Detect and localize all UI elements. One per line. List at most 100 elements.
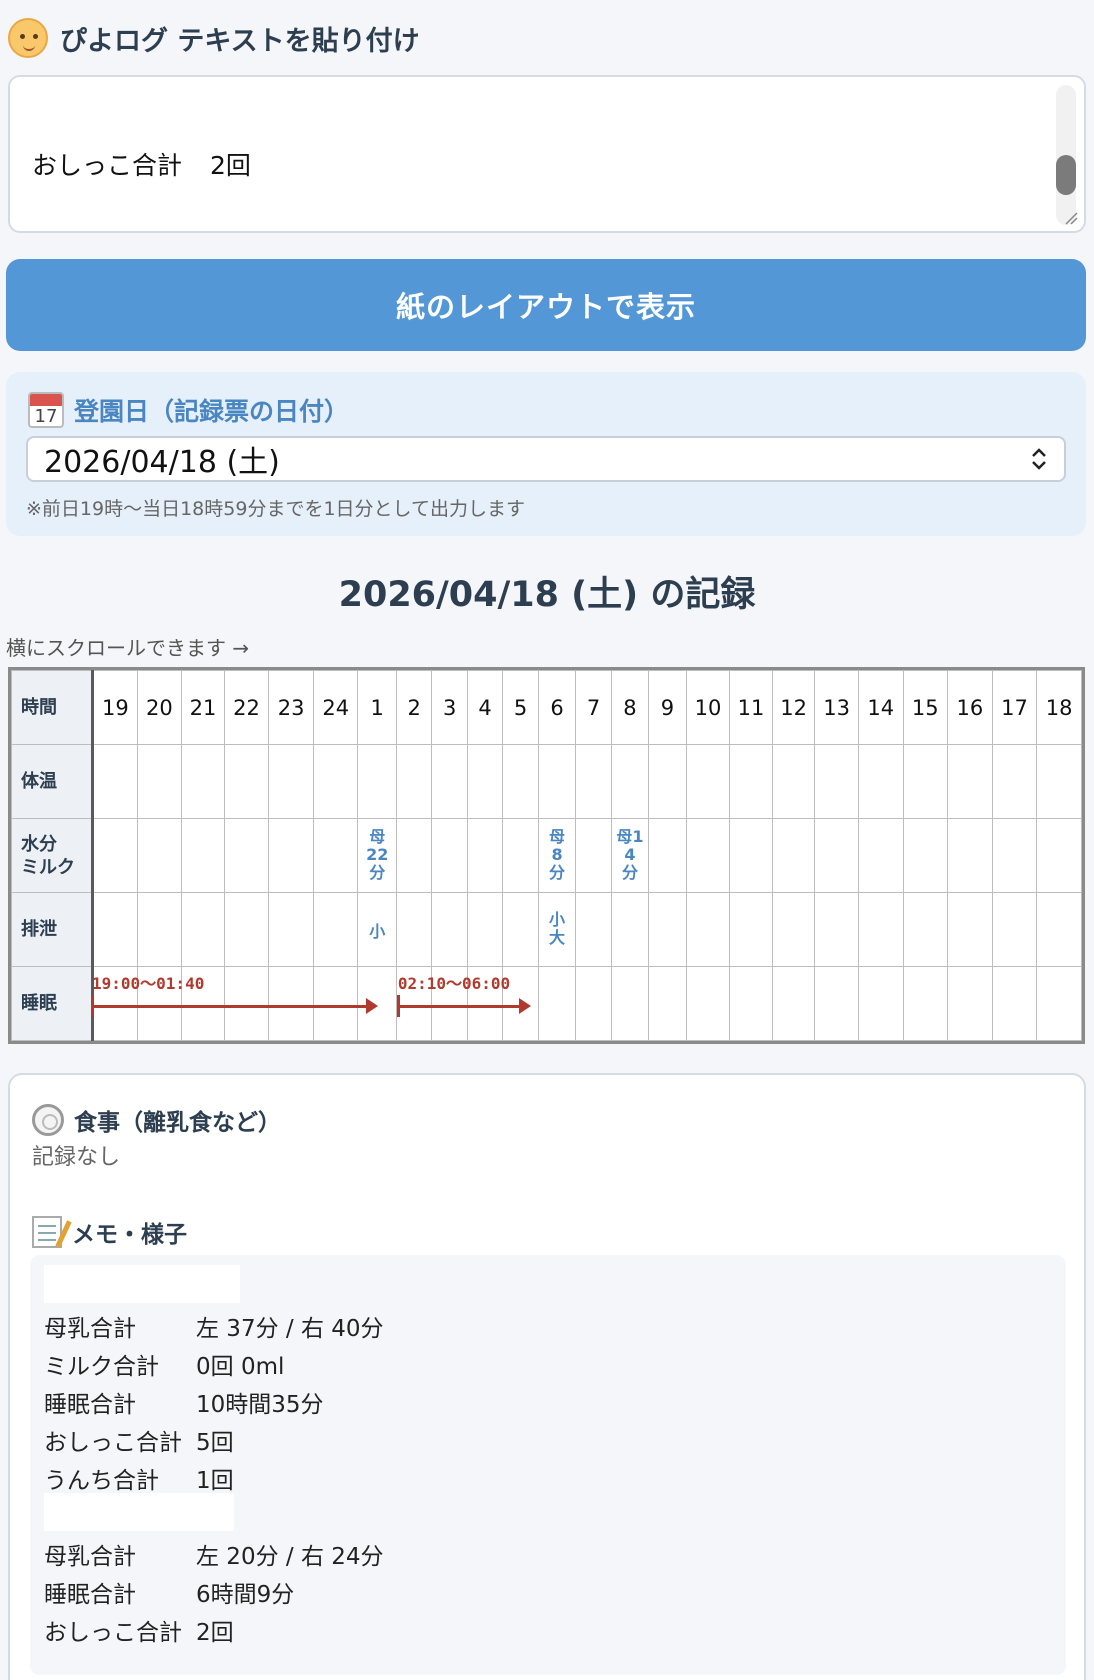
- timeline-cell: [729, 744, 773, 819]
- date-select[interactable]: 2026/04/18 (土): [26, 436, 1066, 482]
- memo-row: うんち合計 1回: [44, 1468, 234, 1494]
- paste-textarea[interactable]: おしっこ合計2回 うんち合計1回 ----------: [8, 75, 1086, 233]
- memo-row: 睡眠合計 10時間35分: [44, 1392, 324, 1418]
- timeline-cell: [991, 892, 1038, 967]
- page: ぴよログ テキストを貼り付け おしっこ合計2回 うんち合計1回 --------…: [0, 0, 1094, 1680]
- timeline-cell: [610, 892, 650, 967]
- timeline-cell: [537, 744, 577, 819]
- timeline-cell: [814, 818, 859, 893]
- timeline-cell: [502, 818, 539, 893]
- details-card: 食事（離乳食など） 記録なし メモ・様子 母乳合計左 37分 / 右 40分 ミ…: [8, 1073, 1086, 1680]
- memo-row: 睡眠合計 6時間9分: [44, 1582, 295, 1608]
- timeline-cell: [395, 892, 433, 967]
- timeline-cell: [685, 744, 731, 819]
- timeline-cell: [902, 892, 949, 967]
- feeding-entry: 母1 4 分: [616, 827, 644, 882]
- timeline-cell: [431, 818, 468, 893]
- sleep-label: 02:10〜06:00: [397, 974, 511, 993]
- timeline-cell: [92, 818, 138, 893]
- timeline-cell: [729, 892, 773, 967]
- feeding-entry: 母 8 分: [549, 827, 566, 882]
- timeline-cell: [685, 892, 731, 967]
- timeline-cell: [857, 966, 904, 1041]
- resize-handle-icon[interactable]: [1064, 211, 1078, 225]
- memo-row: おしっこ合計 2回: [44, 1620, 234, 1646]
- hour-cell: 17: [991, 670, 1038, 745]
- row-header: 排泄: [10, 892, 95, 967]
- timeline-cell: [575, 892, 612, 967]
- hour-cell: 7: [575, 670, 612, 745]
- timeline-cell: [136, 818, 183, 893]
- timeline-cell: [223, 892, 270, 967]
- sleep-bar: [91, 1005, 369, 1008]
- hour-cell: 8: [610, 670, 650, 745]
- timeline-cell: [502, 892, 539, 967]
- redacted-block: [44, 1265, 240, 1303]
- sleep-start-tick: [396, 995, 400, 1017]
- timeline-cell: [729, 966, 773, 1041]
- sleep-end-arrow: [366, 998, 379, 1014]
- show-paper-layout-button[interactable]: 紙のレイアウトで表示: [6, 259, 1086, 351]
- timeline-cell: [181, 892, 225, 967]
- hour-cell: 12: [771, 670, 816, 745]
- hour-cell: 11: [729, 670, 773, 745]
- hour-cell: 2: [395, 670, 433, 745]
- redacted-block: [44, 1493, 234, 1531]
- excretion-entry: 小 大: [549, 910, 566, 947]
- timeline-cell: [771, 892, 816, 967]
- timeline-cell: [685, 966, 731, 1041]
- timeline-cell: 母 22 分: [357, 818, 397, 893]
- timeline-cell: [223, 818, 270, 893]
- hour-cell: 14: [857, 670, 904, 745]
- hour-cell: 1: [357, 670, 397, 745]
- timeline-cell: [610, 744, 650, 819]
- header: ぴよログ テキストを貼り付け: [8, 14, 420, 62]
- timeline-cell: [648, 892, 687, 967]
- timeline-cell: [312, 892, 359, 967]
- timeline-cell: [502, 744, 539, 819]
- timeline-cell: [431, 892, 468, 967]
- timeline-cell: [648, 966, 687, 1041]
- timeline-cell: [466, 892, 504, 967]
- row-header: 体温: [10, 744, 95, 819]
- hour-cell: 24: [312, 670, 359, 745]
- textarea-line: おしっこ合計 2回: [32, 151, 251, 180]
- timeline-cell: [312, 818, 359, 893]
- excretion-row: 排泄 小 小 大: [10, 892, 1082, 967]
- timeline-cell: 母1 4 分: [610, 818, 650, 893]
- baby-face-icon: [8, 18, 48, 58]
- timeline-cell: [610, 966, 650, 1041]
- date-panel: 17 登園日（記録票の日付） 2026/04/18 (土) ※前日19時〜当日1…: [6, 372, 1086, 536]
- date-hint: ※前日19時〜当日18時59分までを1日分として出力します: [26, 498, 525, 520]
- row-header: 水分 ミルク: [10, 818, 95, 893]
- timeline-cell: [814, 892, 859, 967]
- timeline-cell: [729, 818, 773, 893]
- hour-cell: 21: [181, 670, 225, 745]
- memo-box: 母乳合計左 37分 / 右 40分 ミルク合計 0回 0ml 睡眠合計 10時間35…: [30, 1255, 1066, 1675]
- timeline-cell: [268, 892, 314, 967]
- record-title: 2026/04/18 (土) の記録: [338, 575, 756, 615]
- timeline-cell: [466, 818, 504, 893]
- timeline-cell: [1036, 966, 1082, 1041]
- sleep-bar: [396, 1005, 521, 1008]
- timeline-cell: [1036, 744, 1082, 819]
- timeline-cell: [771, 966, 816, 1041]
- timeline-cell: [575, 966, 612, 1041]
- hour-cell: 4: [466, 670, 504, 745]
- hour-cell: 6: [537, 670, 577, 745]
- timeline-cell: [947, 818, 993, 893]
- hour-cell: 9: [648, 670, 687, 745]
- hour-cell: 19: [92, 670, 138, 745]
- hour-cell: 22: [223, 670, 270, 745]
- memo-heading: メモ・様子: [32, 1215, 187, 1249]
- hour-cell: 13: [814, 670, 859, 745]
- sleep-end-arrow: [519, 998, 531, 1014]
- memo-row: 母乳合計左 20分 / 右 24分: [44, 1544, 384, 1570]
- date-label: 17 登園日（記録票の日付）: [28, 392, 349, 428]
- timeline-cell: [395, 818, 433, 893]
- textarea-scroll-thumb[interactable]: [1056, 155, 1076, 195]
- memo-icon: [32, 1216, 62, 1248]
- timeline-cell: 小 大: [537, 892, 577, 967]
- hour-cell: 3: [431, 670, 468, 745]
- timeline-cell: [685, 818, 731, 893]
